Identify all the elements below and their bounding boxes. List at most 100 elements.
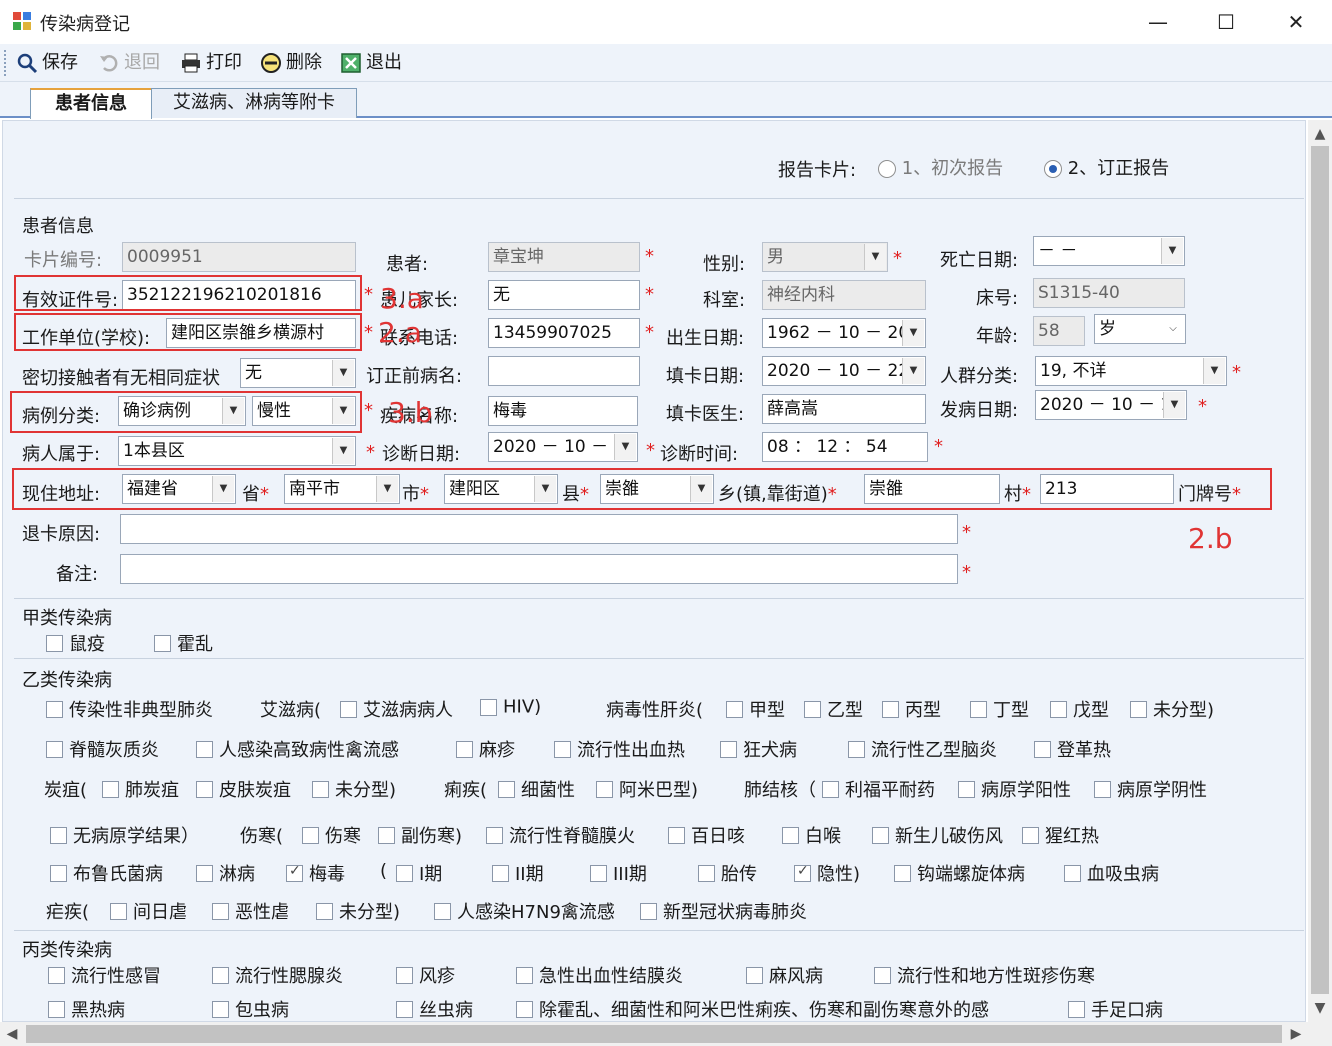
disease-option[interactable]: 丝虫病 [396,996,473,1022]
disease-option[interactable]: 脊髓灰质炎 [46,736,159,762]
remark-field[interactable] [120,554,958,584]
disease-option[interactable]: 传染性非典型肺炎 [46,696,213,722]
parent-field[interactable]: 无 [488,280,640,310]
disease-option[interactable]: 血吸虫病 [1064,860,1159,886]
close-button[interactable]: ✕ [1274,8,1318,36]
checkbox[interactable] [882,700,899,718]
initial-report-radio[interactable] [878,160,896,178]
birth-date-picker[interactable]: 1962 － 10 － 20 ▼ [762,318,926,348]
checkbox[interactable] [196,740,213,758]
report-corrected-option[interactable]: 2、订正报告 [1044,154,1169,180]
save-button[interactable]: 保存 [14,50,78,76]
checkbox[interactable] [970,700,987,718]
chevron-down-icon[interactable]: ▼ [332,438,354,464]
disease-option[interactable]: I期 [396,860,442,886]
disease-option[interactable]: 恶性虐 [212,898,289,924]
checkbox[interactable] [640,902,657,920]
checkbox[interactable] [874,966,891,984]
checkbox[interactable] [596,780,613,798]
disease-option[interactable]: 细菌性 [498,776,575,802]
checkbox[interactable] [746,966,763,984]
checkbox[interactable] [46,740,63,758]
print-button[interactable]: 打印 [178,50,242,76]
disease-option[interactable]: 新型冠状病毒肺炎 [640,898,807,924]
age-unit-select[interactable]: 岁 ⌵ [1094,314,1186,344]
disease-option[interactable]: 乙型 [804,696,863,722]
disease-option[interactable]: 淋病 [196,860,255,886]
checkbox[interactable] [456,740,473,758]
checkbox[interactable] [46,700,63,718]
checkbox[interactable] [434,902,451,920]
disease-option[interactable]: 风疹 [396,962,455,988]
disease-option[interactable]: 副伤寒) [378,822,462,848]
disease-option[interactable]: 流行性腮腺炎 [212,962,343,988]
phone-field[interactable]: 13459907025 [488,318,640,348]
doctor-field[interactable]: 薛高嵩 [762,394,926,424]
checkbox[interactable] [196,780,213,798]
exit-button[interactable]: 退出 [338,50,402,76]
chevron-down-icon[interactable]: ▼ [332,360,354,386]
disease-option[interactable]: 麻风病 [746,962,823,988]
disease-option[interactable]: 丙型 [882,696,941,722]
checkbox[interactable] [396,1000,413,1018]
disease-option[interactable]: 艾滋病病人 [340,696,453,722]
checkbox[interactable] [726,700,743,718]
disease-option[interactable]: 流行性脊髓膜火 [486,822,635,848]
disease-option[interactable]: HIV) [480,696,541,718]
chevron-down-icon[interactable]: ▼ [1203,358,1225,384]
crowd-select[interactable]: 19, 不详 ▼ [1035,356,1227,386]
disease-option[interactable]: 人感染H7N9禽流感 [434,898,615,924]
disease-option[interactable]: II期 [492,860,544,886]
checkbox[interactable] [312,780,329,798]
checkbox[interactable] [396,966,413,984]
checkbox[interactable] [822,780,839,798]
checkbox[interactable] [848,740,865,758]
chevron-down-icon[interactable]: ▼ [902,358,924,384]
disease-option[interactable]: 流行性乙型脑炎 [848,736,997,762]
dept-field[interactable]: 神经内科 [762,280,926,310]
delete-button[interactable]: 删除 [258,50,322,76]
bed-field[interactable]: S1315-40 [1033,278,1185,308]
checkbox[interactable] [196,864,213,882]
chevron-down-icon[interactable]: ▼ [1163,392,1185,418]
prev-disease-field[interactable] [488,356,640,386]
checkbox[interactable] [50,826,67,844]
disease-option[interactable]: 无病原学结果） [50,822,199,848]
disease-option[interactable]: 梅毒 [286,860,345,886]
checkbox[interactable] [894,864,911,882]
disease-option[interactable]: 黑热病 [48,996,125,1022]
checkbox[interactable] [102,780,119,798]
disease-option[interactable]: III期 [590,860,647,886]
disease-option[interactable]: 人感染高致病性禽流感 [196,736,399,762]
fill-date-picker[interactable]: 2020 － 10 － 22 ▼ [762,356,926,386]
scroll-right-icon[interactable]: ▶ [1284,1022,1308,1046]
checkbox[interactable] [1130,700,1147,718]
disease-option[interactable]: 阿米巴型) [596,776,698,802]
disease-option[interactable]: 间日虐 [110,898,187,924]
undo-button[interactable]: 退回 [96,50,160,76]
checkbox[interactable] [958,780,975,798]
checkbox[interactable] [110,902,127,920]
horizontal-scroll-thumb[interactable] [26,1025,1282,1043]
disease-option[interactable]: 钩端螺旋体病 [894,860,1025,886]
checkbox[interactable] [50,864,67,882]
checkbox[interactable] [1022,826,1039,844]
disease-option[interactable]: 除霍乱、细菌性和阿米巴性痢疾、伤寒和副伤寒意外的感 [516,996,989,1022]
checkbox[interactable] [1034,740,1051,758]
disease-option[interactable]: 麻疹 [456,736,515,762]
chevron-down-icon[interactable]: ⌵ [1162,316,1184,342]
checkbox[interactable] [286,863,303,882]
chevron-down-icon[interactable]: ▼ [614,434,636,460]
tab-attached-card[interactable]: 艾滋病、淋病等附卡 [151,88,357,118]
tab-patient-info[interactable]: 患者信息 [30,88,152,119]
toolbar-grip[interactable] [4,50,8,76]
disease-option[interactable]: 伤寒 [302,822,361,848]
checkbox[interactable] [154,634,171,652]
disease-option[interactable]: 狂犬病 [720,736,797,762]
disease-name-field[interactable]: 梅毒 [488,396,638,426]
checkbox[interactable] [46,634,63,652]
disease-option[interactable]: 戊型 [1050,696,1109,722]
vertical-scroll-thumb[interactable] [1311,146,1329,994]
disease-option[interactable]: 包虫病 [212,996,289,1022]
chevron-down-icon[interactable]: ▼ [902,320,924,346]
